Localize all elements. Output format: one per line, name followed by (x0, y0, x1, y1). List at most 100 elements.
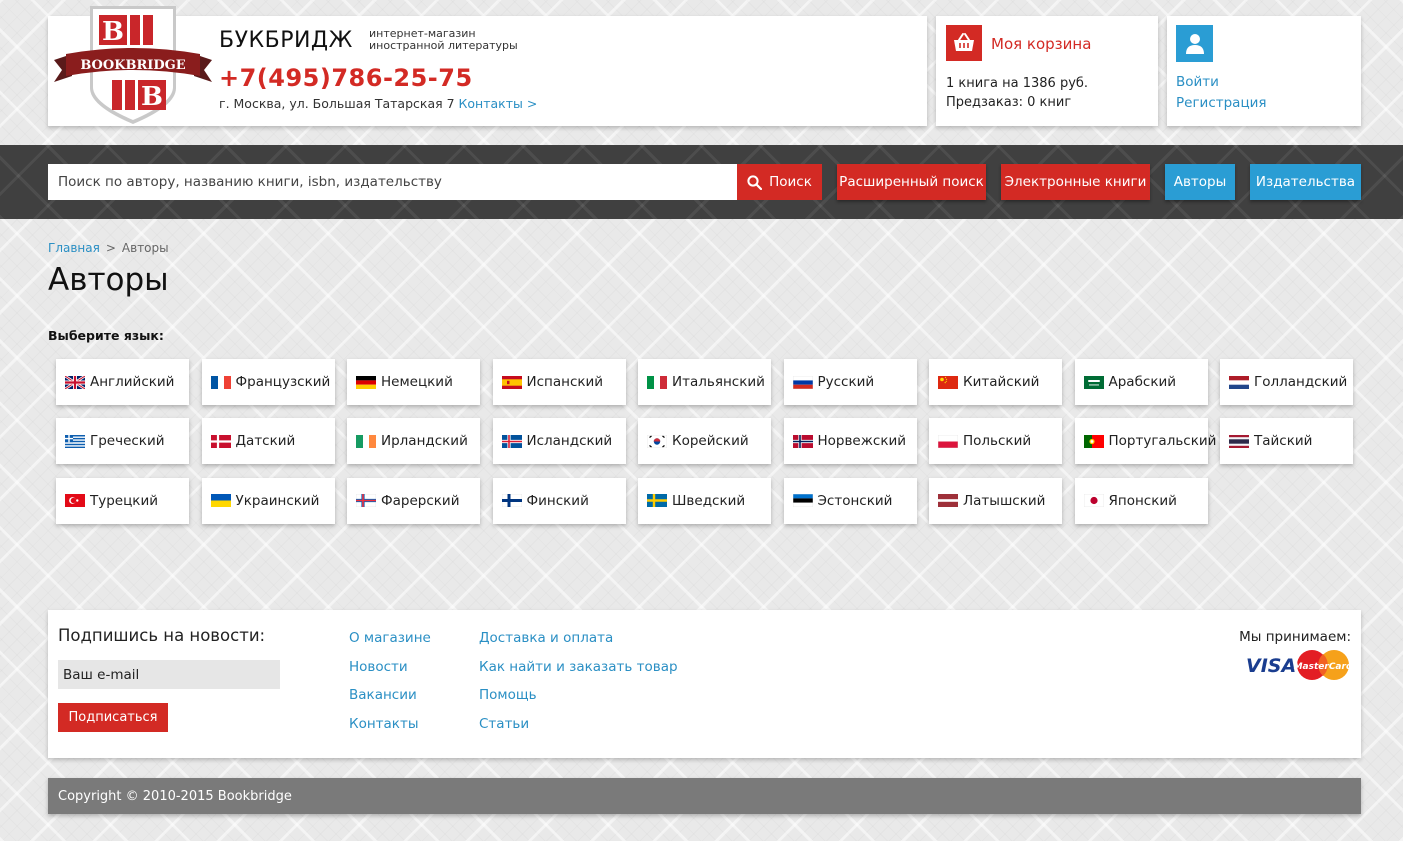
flag-jp-icon (1083, 494, 1104, 508)
footer-link-news[interactable]: Новости (349, 658, 431, 687)
flag-nl-icon (1229, 375, 1249, 389)
footer-link-help[interactable]: Помощь (479, 686, 678, 715)
language-label: Фарерский (381, 492, 460, 509)
language-tile-pt[interactable]: Португальский (1074, 418, 1216, 465)
flag-lv-icon (938, 494, 958, 508)
language-tile-cn[interactable]: Китайский (929, 359, 1062, 405)
brand-tagline: интернет-магазин иностранной литературы (369, 28, 518, 52)
language-tile-dk[interactable]: Датский (201, 418, 335, 465)
basket-icon[interactable] (946, 25, 982, 61)
cart-card[interactable]: Моя корзина 1 книга на 1386 руб. Предзак… (936, 16, 1158, 126)
language-tile-it[interactable]: Итальянский (638, 359, 771, 405)
address-text: г. Москва, ул. Большая Татарская 7 (219, 96, 455, 111)
footer-link-articles[interactable]: Статьи (479, 715, 678, 744)
flag-cn-icon (938, 375, 958, 389)
visa-logo: VISA (1246, 655, 1296, 677)
language-label: Турецкий (90, 492, 159, 509)
footer-links-store: О магазине Новости Вакансии Контакты (349, 629, 431, 744)
logo-text: BOOKBRIDGE (80, 58, 185, 73)
copyright-bar: Copyright © 2010-2015 Bookbridge (48, 778, 1361, 814)
language-tile-no[interactable]: Норвежский (783, 418, 917, 465)
flag-gr-icon (65, 434, 85, 448)
language-tile-fi[interactable]: Финский (492, 477, 626, 524)
search-button-label: Поиск (769, 174, 812, 190)
footer-link-about[interactable]: О магазине (349, 629, 431, 658)
subscribe-button[interactable]: Подписаться (58, 703, 168, 732)
language-label: Французский (235, 374, 331, 390)
language-tile-ie[interactable]: Ирландский (347, 418, 480, 465)
language-tile-gr[interactable]: Греческий (56, 418, 189, 465)
language-label: Латышский (963, 492, 1046, 509)
advanced-search-button[interactable]: Расширенный поиск (837, 164, 986, 200)
search-icon (747, 174, 763, 190)
language-label: Ирландский (381, 433, 468, 450)
user-card: Войти Регистрация (1167, 16, 1361, 126)
footer-link-vacancies[interactable]: Вакансии (349, 686, 431, 715)
language-tile-fo[interactable]: Фарерский (347, 477, 480, 524)
flag-uk-icon (65, 375, 85, 389)
language-label: Польский (963, 433, 1032, 450)
cart-summary: 1 книга на 1386 руб. (946, 76, 1089, 91)
tagline-line-2: иностранной литературы (369, 39, 518, 52)
cart-preorder: Предзаказ: 0 книг (946, 95, 1072, 110)
language-tile-th[interactable]: Тайский (1220, 418, 1353, 465)
flag-fi-icon (501, 494, 522, 508)
svg-text:B: B (141, 82, 163, 112)
flag-fo-icon (356, 494, 376, 508)
breadcrumb-separator: > (105, 241, 116, 255)
language-tile-lv[interactable]: Латышский (929, 477, 1062, 524)
search-input[interactable] (48, 164, 737, 200)
language-tile-is[interactable]: Исландский (492, 418, 626, 465)
flag-th-icon (1229, 434, 1249, 448)
language-label: Китайский (963, 374, 1040, 390)
user-icon[interactable] (1176, 25, 1213, 62)
language-tile-sa[interactable]: Арабский (1074, 359, 1208, 405)
mastercard-logo: MasterCard (1294, 662, 1352, 672)
language-tile-ua[interactable]: Украинский (201, 477, 335, 524)
language-label: Тайский (1254, 433, 1313, 450)
language-tile-fr[interactable]: Французский (201, 359, 335, 405)
publishers-button[interactable]: Издательства (1250, 164, 1361, 200)
language-label: Португальский (1108, 433, 1217, 450)
brand-name: БУКБРИДЖ (219, 28, 353, 53)
language-label: Корейский (672, 433, 749, 450)
flag-is-icon (501, 434, 522, 448)
footer-link-contacts[interactable]: Контакты (349, 715, 431, 744)
flag-pl-icon (938, 434, 958, 448)
store-address: г. Москва, ул. Большая Татарская 7 Конта… (219, 96, 537, 111)
language-tile-kr[interactable]: Корейский (638, 418, 771, 465)
language-tile-uk[interactable]: Английский (56, 359, 189, 405)
footer-link-how-to-order[interactable]: Как найти и заказать товар (479, 658, 678, 687)
language-label: Датский (235, 433, 296, 450)
language-tile-jp[interactable]: Японский (1074, 477, 1208, 524)
language-tile-ee[interactable]: Эстонский (783, 477, 917, 524)
language-tile-ru[interactable]: Русский (783, 359, 917, 405)
footer: Подпишись на новости: Подписаться О мага… (48, 610, 1361, 758)
flag-fr-icon (210, 375, 231, 389)
language-label: Норвежский (817, 433, 907, 450)
breadcrumb-home[interactable]: Главная (48, 241, 100, 255)
footer-link-delivery[interactable]: Доставка и оплата (479, 629, 678, 658)
contacts-link[interactable]: Контакты > (459, 96, 538, 111)
language-tile-nl[interactable]: Голландский (1220, 359, 1353, 405)
email-field[interactable] (58, 660, 280, 689)
language-tile-de[interactable]: Немецкий (347, 359, 480, 405)
authors-button[interactable]: Авторы (1165, 164, 1235, 200)
cart-title-link[interactable]: Моя корзина (991, 35, 1091, 53)
brand-card: B B BOOKBRIDGE БУКБРИДЖ интернет-магазин… (48, 6, 927, 126)
flag-sa-icon (1083, 375, 1104, 389)
flag-ru-icon (792, 375, 813, 389)
language-tile-es[interactable]: Испанский (492, 359, 626, 405)
bookbridge-logo[interactable]: B B BOOKBRIDGE (52, 2, 214, 128)
language-tile-pl[interactable]: Польский (929, 418, 1062, 465)
language-tile-tr[interactable]: Турецкий (56, 477, 189, 524)
language-label: Испанский (526, 374, 604, 390)
language-tile-se[interactable]: Шведский (638, 477, 771, 524)
phone-number: +7(495)786-25-75 (219, 64, 473, 92)
flag-tr-icon (65, 494, 85, 508)
register-link[interactable]: Регистрация (1176, 95, 1267, 111)
search-button[interactable]: Поиск (737, 164, 822, 200)
subscribe-title: Подпишись на новости: (58, 626, 266, 645)
login-link[interactable]: Войти (1176, 74, 1219, 90)
ebooks-button[interactable]: Электронные книги (1001, 164, 1150, 200)
